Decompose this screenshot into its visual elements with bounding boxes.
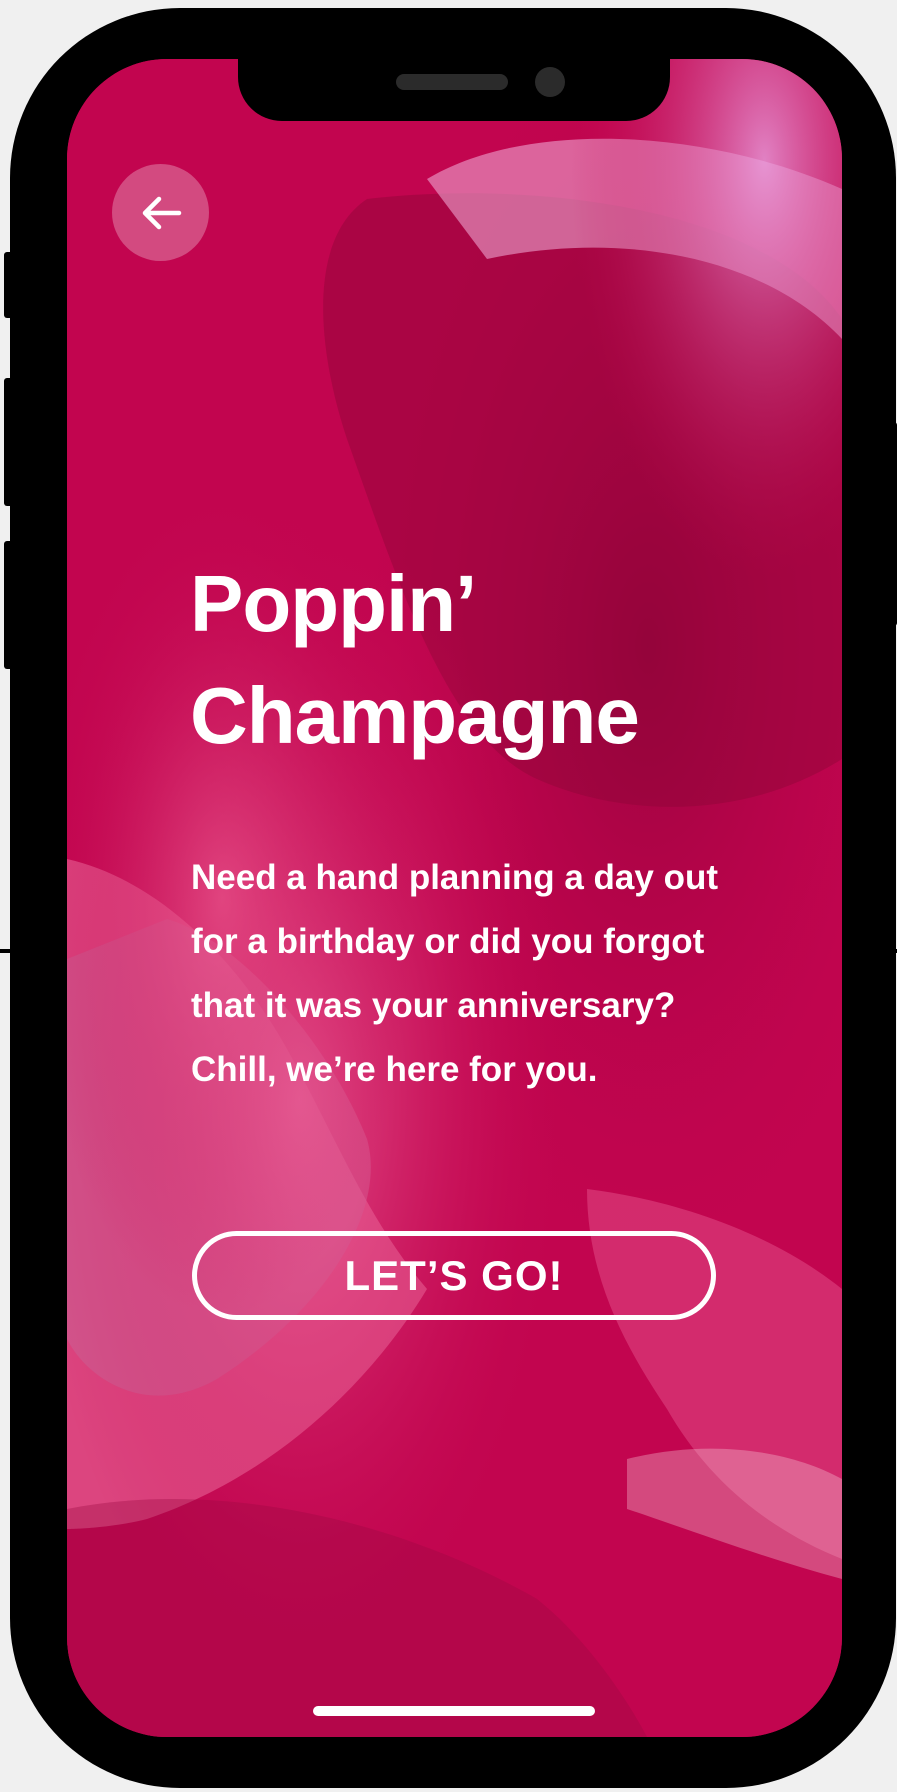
lets-go-button[interactable]: LET’S GO!	[192, 1231, 716, 1320]
phone-volume-up-button	[4, 378, 14, 506]
page-title: Poppin’ Champagne	[190, 548, 750, 772]
description-line: Need a hand planning a day out	[191, 858, 718, 897]
arrow-left-icon	[142, 196, 181, 229]
back-button[interactable]	[112, 164, 209, 261]
home-indicator[interactable]	[313, 1706, 595, 1716]
phone-power-button	[888, 422, 897, 626]
page-title-line: Poppin’	[190, 559, 477, 648]
description-line: for a birthday or did you forgot	[191, 922, 705, 961]
description-line: Chill, we’re here for you.	[191, 1050, 598, 1089]
phone-silent-switch	[4, 252, 14, 318]
phone-speaker	[396, 74, 508, 90]
phone-camera	[535, 67, 565, 97]
phone-notch	[238, 59, 670, 121]
phone-volume-down-button	[4, 541, 14, 669]
page-title-line: Champagne	[190, 671, 640, 760]
description-line: that it was your anniversary?	[191, 986, 676, 1025]
description-text: Need a hand planning a day out for a bir…	[191, 846, 751, 1102]
